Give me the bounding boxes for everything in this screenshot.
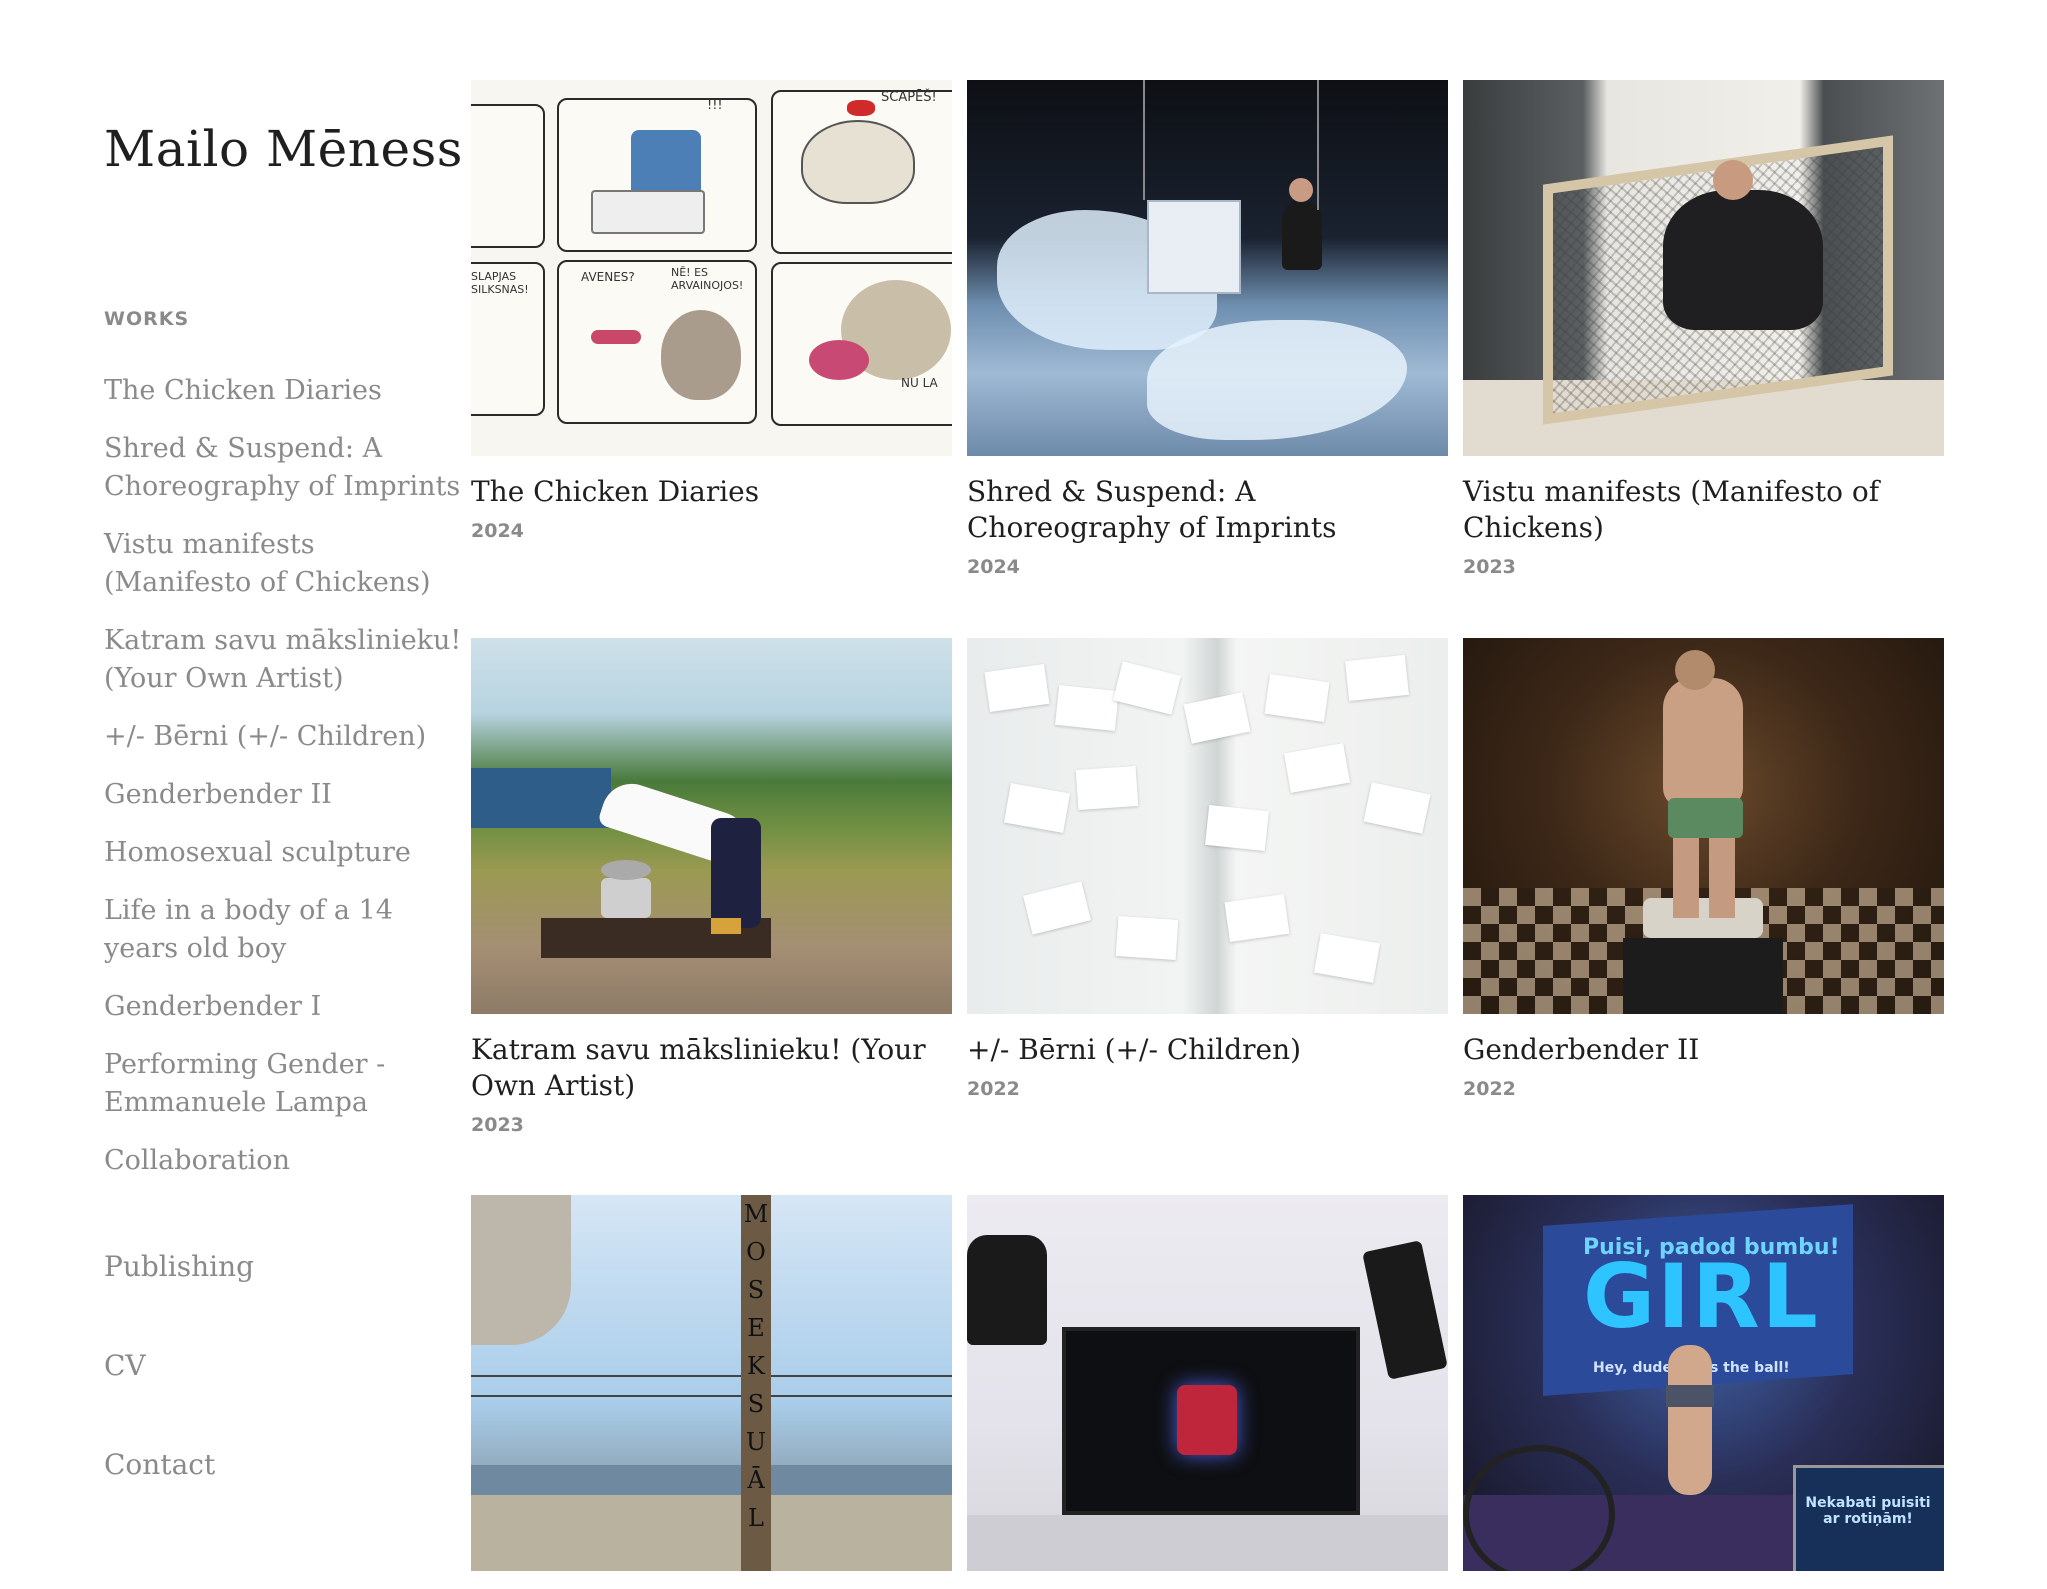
- comic-text: AVENES?: [581, 270, 635, 284]
- work-title[interactable]: Vistu manifests (Manifesto of Chickens): [1463, 474, 1944, 546]
- work-card[interactable]: MOSEKSUĀL: [471, 1195, 952, 1589]
- work-title[interactable]: Shred & Suspend: A Choreography of Impri…: [967, 474, 1448, 546]
- sidebar-item-homosexual-sculpture[interactable]: Homosexual sculpture: [104, 834, 464, 872]
- work-card[interactable]: Shred & Suspend: A Choreography of Impri…: [967, 80, 1448, 578]
- work-thumbnail-katram-savu-makslinieku[interactable]: [471, 638, 952, 1014]
- work-title[interactable]: The Chicken Diaries: [471, 474, 952, 510]
- screen-text-top: Puisi, padod bumbu!: [1583, 1235, 1840, 1260]
- sidebar-item-genderbender-i[interactable]: Genderbender I: [104, 988, 464, 1026]
- works-section-label: WORKS: [104, 308, 190, 330]
- work-year: 2023: [1463, 556, 1516, 578]
- comic-text: NU LA: [901, 376, 938, 390]
- sidebar-item-collaboration[interactable]: Collaboration: [104, 1142, 464, 1180]
- publishing-link[interactable]: Publishing: [104, 1250, 254, 1283]
- sign-text: Nekabati puisiti ar rotiņām!: [1805, 1495, 1931, 1527]
- sidebar-item-life-in-a-body[interactable]: Life in a body of a 14 years old boy: [104, 892, 464, 968]
- work-title[interactable]: Katram savu mākslinieku! (Your Own Artis…: [471, 1032, 952, 1104]
- work-year: 2022: [967, 1078, 1020, 1100]
- work-card[interactable]: !!! SCAPĒŠ! SLAPJAS SILKSNAS! AVENES? NĒ…: [471, 80, 952, 542]
- comic-text: SLAPJAS SILKSNAS!: [471, 270, 529, 296]
- sidebar-item-performing-gender[interactable]: Performing Gender - Emmanuele Lampa: [104, 1046, 464, 1122]
- work-card[interactable]: +/- Bērni (+/- Children) 2022: [967, 638, 1448, 1100]
- sidebar-item-shred-and-suspend[interactable]: Shred & Suspend: A Choreography of Impri…: [104, 430, 464, 506]
- work-card[interactable]: Katram savu mākslinieku! (Your Own Artis…: [471, 638, 952, 1136]
- work-thumbnail-genderbender-ii[interactable]: [1463, 638, 1944, 1014]
- comic-text: SCAPĒŠ!: [881, 90, 937, 105]
- screen-text-big: GIRL: [1583, 1245, 1820, 1348]
- pillar-letters: MOSEKSUĀL: [743, 1200, 769, 1532]
- work-card[interactable]: Vistu manifests (Manifesto of Chickens) …: [1463, 80, 1944, 578]
- sidebar-item-vistu-manifests[interactable]: Vistu manifests (Manifesto of Chickens): [104, 526, 464, 602]
- works-nav-list: The Chicken Diaries Shred & Suspend: A C…: [104, 372, 464, 1200]
- work-thumbnail-berni-children[interactable]: [967, 638, 1448, 1014]
- work-thumbnail-vistu-manifests[interactable]: [1463, 80, 1944, 456]
- work-title[interactable]: Genderbender II: [1463, 1032, 1944, 1068]
- work-thumbnail-shred-and-suspend[interactable]: [967, 80, 1448, 456]
- work-year: 2024: [967, 556, 1020, 578]
- sidebar-item-genderbender-ii[interactable]: Genderbender II: [104, 776, 464, 814]
- comic-text: !!!: [707, 98, 723, 113]
- work-title[interactable]: +/- Bērni (+/- Children): [967, 1032, 1448, 1068]
- comic-text: NĒ! ES ARVAINOJOS!: [671, 266, 744, 292]
- contact-link[interactable]: Contact: [104, 1448, 215, 1481]
- sidebar-item-katram-savu-makslinieku[interactable]: Katram savu mākslinieku! (Your Own Artis…: [104, 622, 464, 698]
- work-card[interactable]: [967, 1195, 1448, 1589]
- work-year: 2022: [1463, 1078, 1516, 1100]
- work-card[interactable]: Genderbender II 2022: [1463, 638, 1944, 1100]
- work-card[interactable]: GIRL Puisi, padod bumbu! Hey, dude, pass…: [1463, 1195, 1944, 1589]
- work-year: 2024: [471, 520, 524, 542]
- site-title[interactable]: Mailo Mēness: [104, 120, 463, 178]
- sidebar-item-berni-children[interactable]: +/- Bērni (+/- Children): [104, 718, 464, 756]
- work-thumbnail-chicken-diaries[interactable]: !!! SCAPĒŠ! SLAPJAS SILKSNAS! AVENES? NĒ…: [471, 80, 952, 456]
- work-year: 2023: [471, 1114, 524, 1136]
- sidebar-item-the-chicken-diaries[interactable]: The Chicken Diaries: [104, 372, 464, 410]
- work-thumbnail-life-in-a-body[interactable]: [967, 1195, 1448, 1571]
- work-thumbnail-genderbender-i[interactable]: GIRL Puisi, padod bumbu! Hey, dude, pass…: [1463, 1195, 1944, 1571]
- work-thumbnail-homosexual-sculpture[interactable]: MOSEKSUĀL: [471, 1195, 952, 1571]
- cv-link[interactable]: CV: [104, 1349, 146, 1382]
